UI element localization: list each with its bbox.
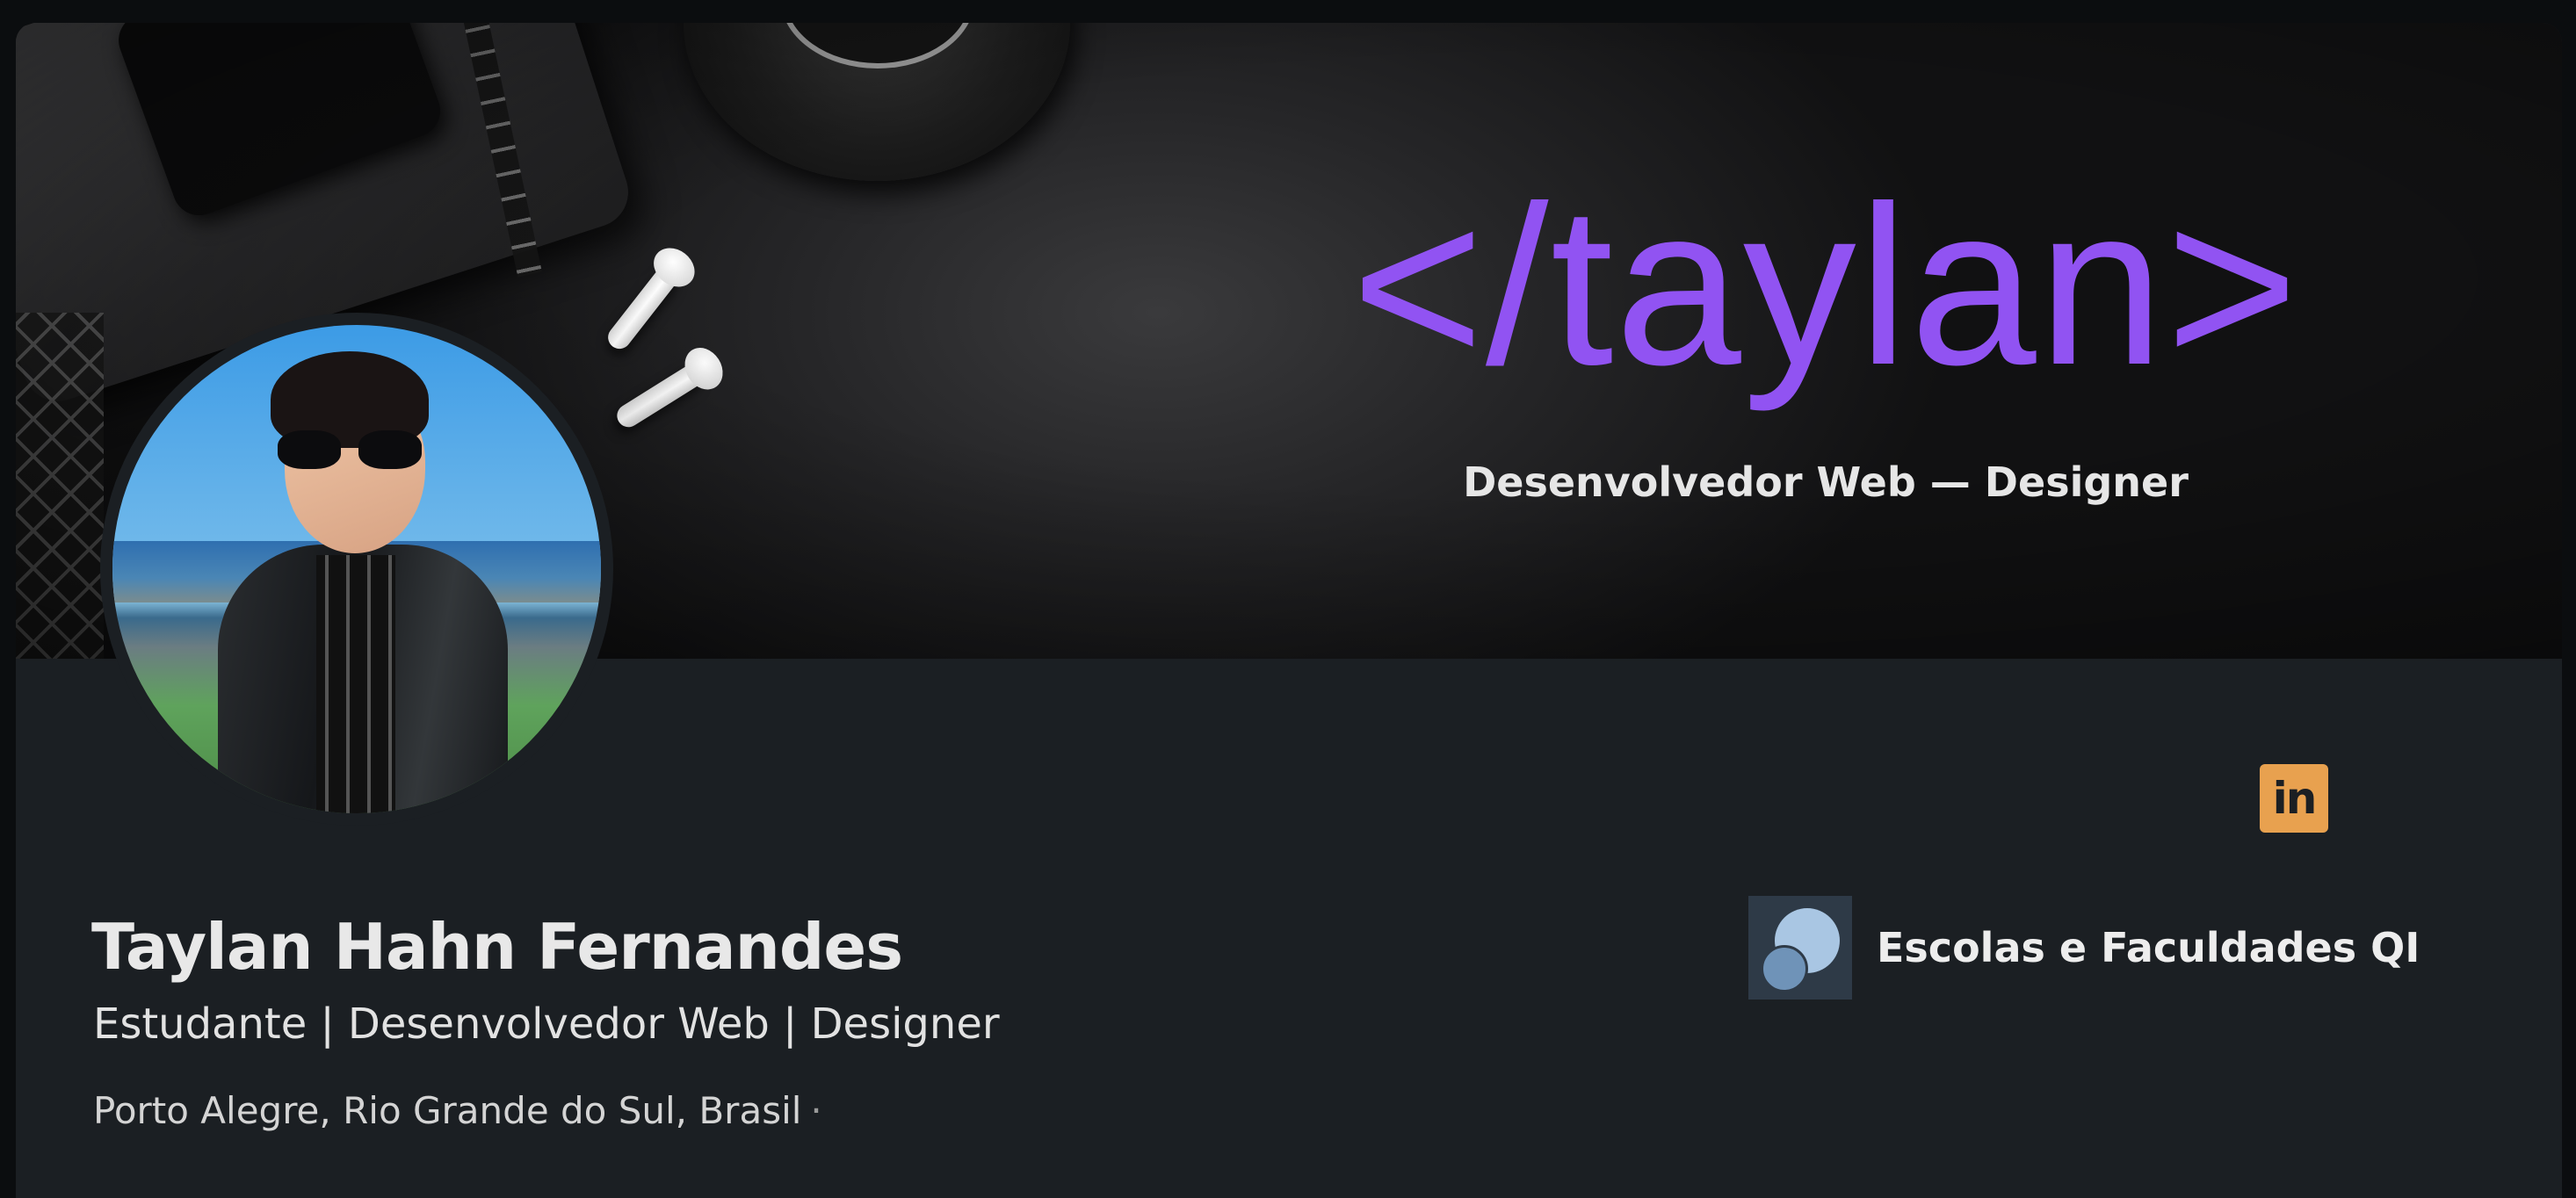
company-name: Escolas e Faculdades QI (1877, 924, 2420, 971)
location-separator: · (810, 1089, 822, 1132)
linkedin-button[interactable]: in (2260, 764, 2328, 833)
banner-brand-logo: </taylan> (1351, 158, 2300, 412)
location-text: Porto Alegre, Rio Grande do Sul, Brasil (93, 1089, 802, 1132)
banner-subtitle: Desenvolvedor Web — Designer (1463, 458, 2189, 506)
profile-name: Taylan Hahn Fernandes (91, 910, 903, 984)
profile-location: Porto Alegre, Rio Grande do Sul, Brasil · (93, 1089, 822, 1132)
avatar-photo (112, 325, 601, 813)
profile-avatar[interactable] (100, 313, 613, 826)
company-link[interactable]: Escolas e Faculdades QI (1748, 896, 2420, 1000)
profile-card: </taylan> Desenvolvedor Web — Designer i… (16, 23, 2562, 1198)
company-logo-icon (1748, 896, 1852, 1000)
linkedin-icon: in (2272, 773, 2318, 824)
profile-headline: Estudante | Desenvolvedor Web | Designer (93, 1000, 1000, 1049)
